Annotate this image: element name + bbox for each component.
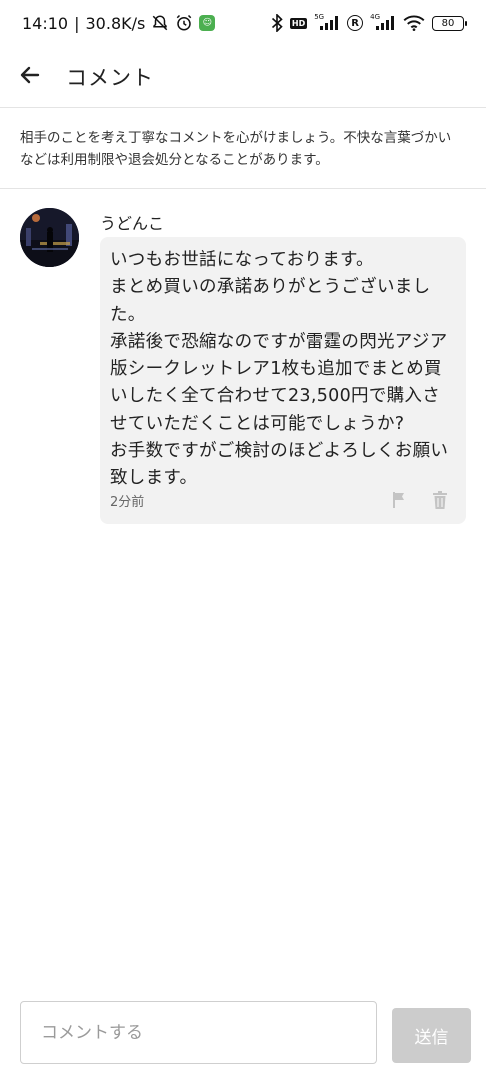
comment-actions [390,490,450,510]
net-label-4g: 4G [370,13,380,21]
page-title: コメント [66,65,154,90]
signal-icon-4g: 4G [370,13,396,30]
wifi-icon [403,15,425,31]
battery-icon: 80 [432,15,467,31]
avatar[interactable] [20,208,79,267]
flag-icon[interactable] [390,490,410,510]
roaming-icon: R [347,15,364,31]
comment-text: いつもお世話になっております。 まとめ買いの承諾ありがとうございました。 承諾後… [110,250,449,489]
alarm-icon [175,14,193,32]
app-bar: コメント [0,46,486,108]
comment-footer: 2分前 [110,490,450,510]
comment-bubble: いつもお世話になっております。 まとめ買いの承諾ありがとうございました。 承諾後… [100,237,466,524]
status-right: HD 5G R 4G 80 [271,13,467,32]
comment-input[interactable] [20,1001,377,1064]
status-left: 14:10 | 30.8K/s ☺ [22,13,216,33]
net-label-5g: 5G [314,13,325,21]
back-button[interactable] [0,46,60,108]
signal-icon-5g: 5G [314,13,340,30]
clock: 14:10 [22,13,69,33]
etiquette-notice: 相手のことを考え丁寧なコメントを心がけましょう。不快な言葉づかいなどは利用制限や… [0,109,486,189]
trash-icon[interactable] [430,490,450,510]
comment-timestamp: 2分前 [110,494,145,510]
comment-username[interactable]: うどんこ [100,210,164,234]
status-bar: 14:10 | 30.8K/s ☺ HD 5G R 4G 80 [0,0,486,46]
status-separator: | [74,13,80,33]
network-speed: 30.8K/s [85,13,146,33]
mute-icon [151,14,169,32]
comment-composer: 送信 [0,990,486,1080]
app-badge-icon: ☺ [199,15,216,31]
send-button[interactable]: 送信 [392,1008,471,1063]
bluetooth-icon [271,14,283,32]
hd-badge: HD [289,17,308,29]
back-arrow-icon [18,63,42,91]
